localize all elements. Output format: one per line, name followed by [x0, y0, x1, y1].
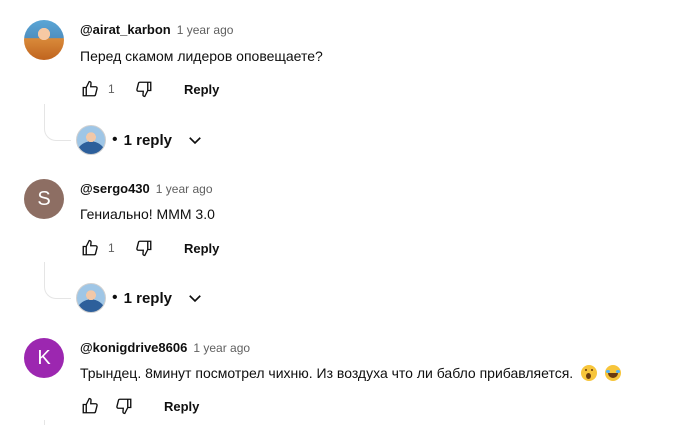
author-handle[interactable]: @airat_karbon [80, 22, 171, 37]
reply-button[interactable]: Reply [164, 399, 199, 414]
action-bar: Reply [80, 394, 199, 418]
reply-author-avatar [76, 125, 106, 155]
comment-text: Трындец. 8минут посмотрел чихню. Из возд… [80, 365, 574, 381]
author-handle[interactable]: @sergo430 [80, 181, 150, 196]
thumbs-up-icon[interactable] [80, 238, 100, 258]
reply-count-label: 1 reply [123, 289, 172, 307]
comment-header: @konigdrive8606 1 year ago [80, 340, 250, 355]
thread-line [44, 262, 45, 284]
timestamp[interactable]: 1 year ago [177, 23, 234, 37]
avatar-letter: S [37, 187, 51, 210]
reply-count-label: 1 reply [123, 131, 172, 149]
thumbs-down-icon[interactable] [134, 79, 154, 99]
reply-author-avatar [76, 283, 106, 313]
avatar[interactable] [24, 20, 64, 60]
thumbs-up-icon[interactable] [80, 396, 100, 416]
chevron-down-icon [186, 131, 204, 149]
thumbs-down-icon[interactable] [114, 396, 134, 416]
avatar-letter: K [37, 346, 51, 369]
thumbs-down-icon[interactable] [134, 238, 154, 258]
timestamp[interactable]: 1 year ago [193, 341, 250, 355]
thread-connector [44, 284, 71, 299]
chevron-down-icon [186, 289, 204, 307]
view-replies-button[interactable]: • 1 reply [76, 125, 204, 155]
reply-button[interactable]: Reply [184, 82, 219, 97]
reply-button[interactable]: Reply [184, 241, 219, 256]
separator-dot: • [112, 289, 118, 306]
thread-line [44, 104, 45, 126]
like-count: 1 [108, 82, 115, 96]
comment-text-line: Трындец. 8минут посмотрел чихню. Из возд… [80, 365, 621, 381]
rolling-on-floor-laughing-icon [604, 365, 621, 381]
action-bar: 1 Reply [80, 236, 219, 260]
separator-dot: • [112, 131, 118, 148]
comment-text: Перед скамом лидеров оповещаете? [80, 48, 323, 64]
thread-line [44, 420, 45, 425]
author-handle[interactable]: @konigdrive8606 [80, 340, 187, 355]
thumbs-up-icon[interactable] [80, 79, 100, 99]
thread-connector [44, 126, 71, 141]
comment-header: @airat_karbon 1 year ago [80, 22, 233, 37]
avatar[interactable]: K [24, 338, 64, 378]
comment-text: Гениально! МММ 3.0 [80, 206, 215, 222]
face-with-open-mouth-icon [581, 365, 598, 381]
timestamp[interactable]: 1 year ago [156, 182, 213, 196]
comment-header: @sergo430 1 year ago [80, 181, 213, 196]
like-count: 1 [108, 241, 115, 255]
action-bar: 1 Reply [80, 77, 219, 101]
avatar[interactable]: S [24, 179, 64, 219]
view-replies-button[interactable]: • 1 reply [76, 283, 204, 313]
